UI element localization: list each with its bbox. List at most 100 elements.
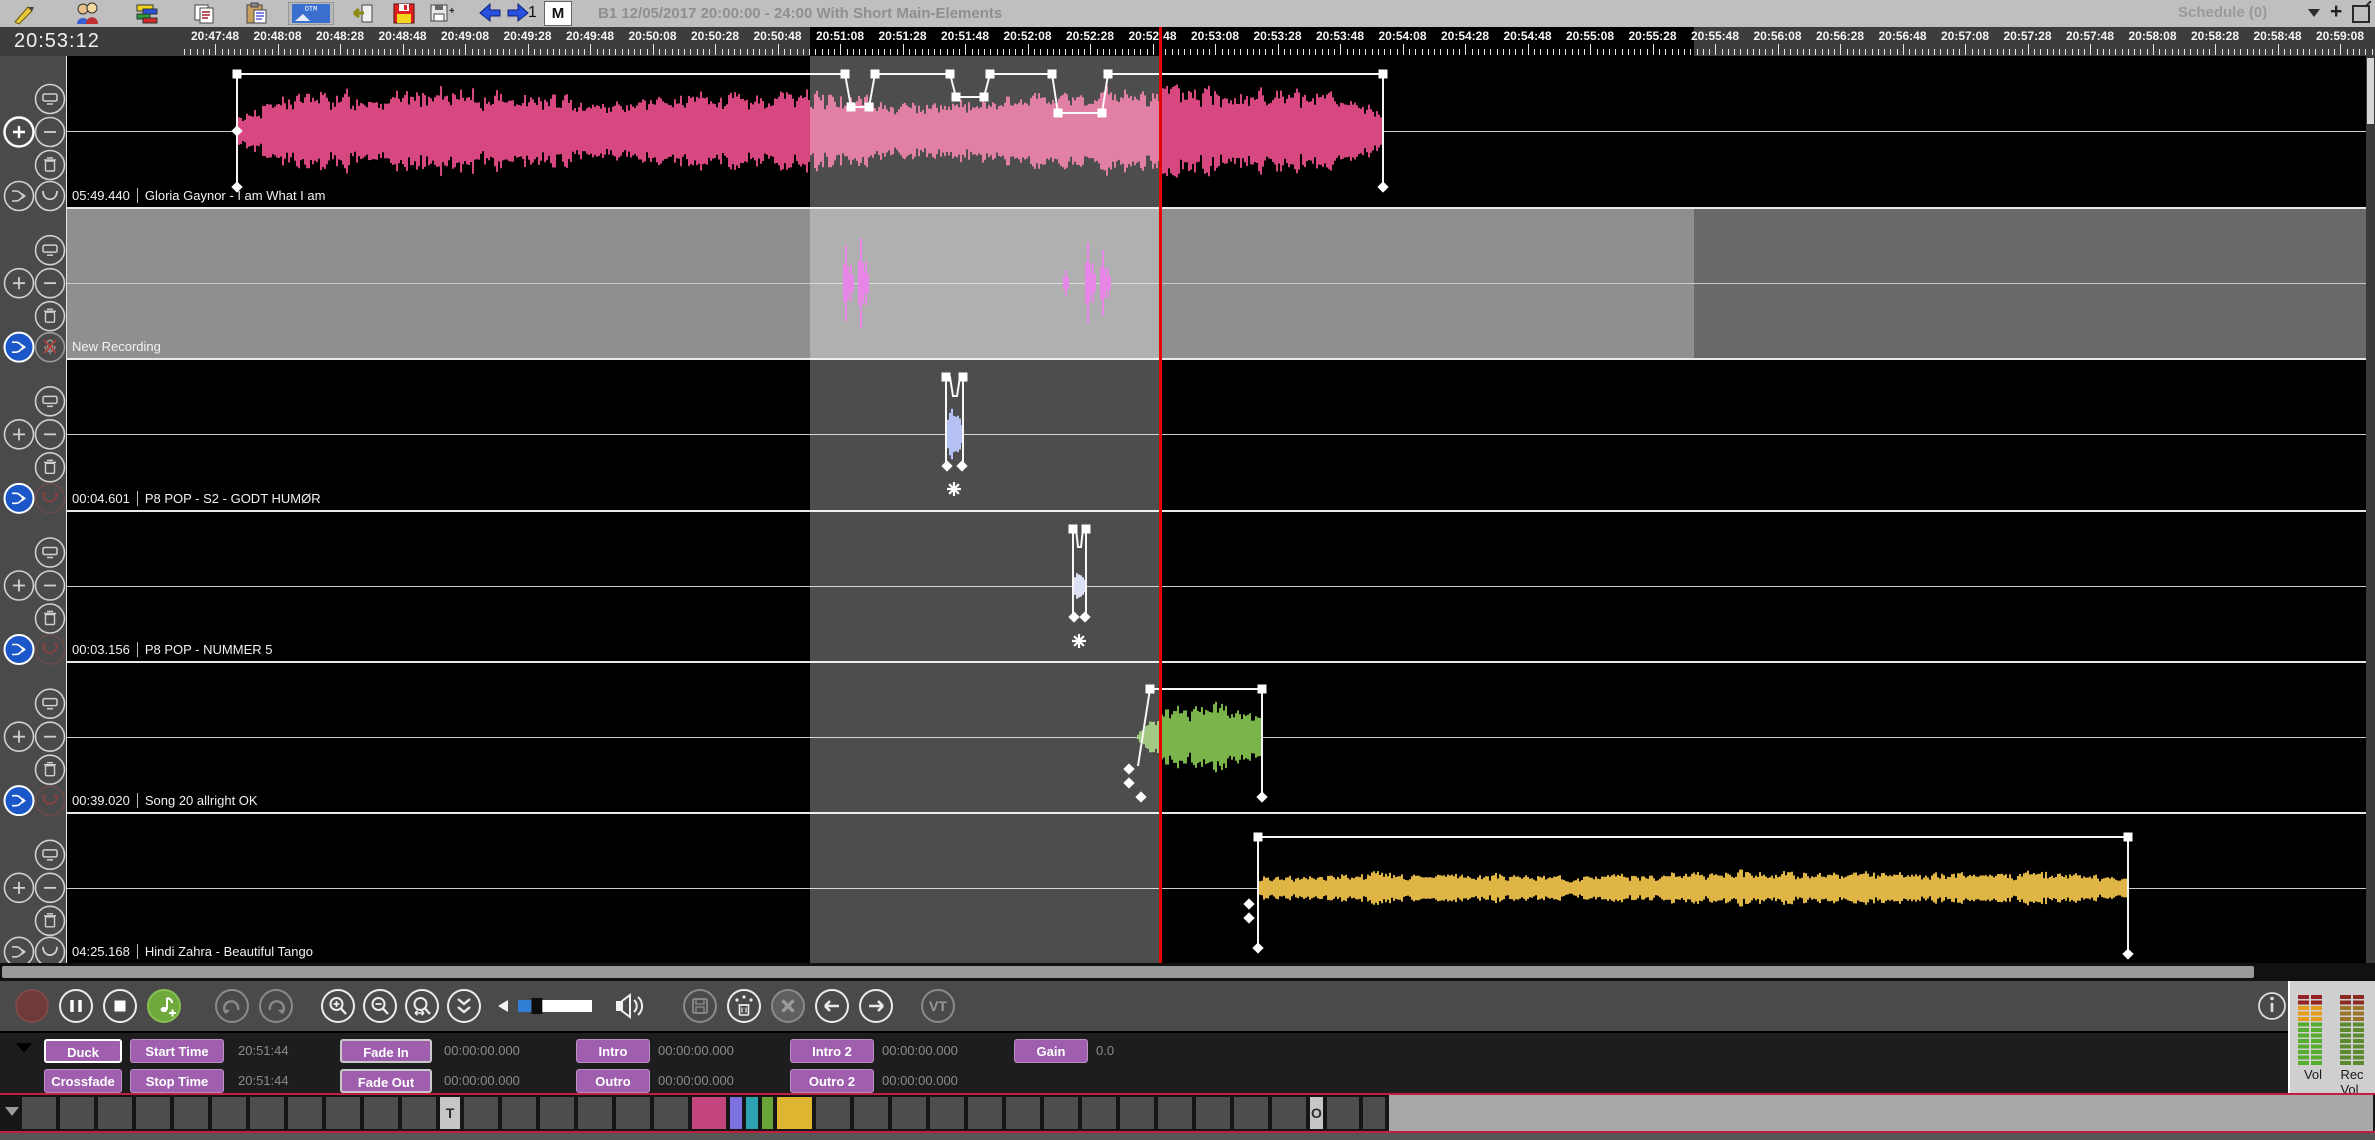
field-value[interactable]: 00:00:00.000 <box>444 1039 568 1063</box>
zoom-in-button[interactable] <box>322 990 354 1022</box>
crossfade-button[interactable]: Crossfade <box>44 1069 122 1093</box>
playlist-item[interactable] <box>616 1097 650 1129</box>
marker-diamond-handle[interactable] <box>1256 791 1267 802</box>
horizontal-scrollbar-thumb[interactable] <box>2 966 2254 978</box>
playlist-item[interactable] <box>1272 1097 1306 1129</box>
record-button[interactable] <box>16 990 48 1022</box>
field-value[interactable]: 00:00:00.000 <box>658 1039 782 1063</box>
playlist-item[interactable] <box>1082 1097 1116 1129</box>
playlist-item-o[interactable]: O <box>1310 1097 1323 1129</box>
playlist-item[interactable] <box>212 1097 246 1129</box>
envelope-handle[interactable] <box>233 70 242 79</box>
playhead[interactable] <box>1159 27 1162 963</box>
open-window-icon[interactable] <box>2352 5 2370 23</box>
field-value[interactable]: 20:51:44 <box>238 1039 328 1063</box>
playlist-item[interactable] <box>746 1097 758 1129</box>
playlist-item[interactable] <box>968 1097 1002 1129</box>
collapse-panel-icon[interactable] <box>16 1043 32 1053</box>
layers-icon[interactable] <box>135 2 159 25</box>
duck-button[interactable]: Duck <box>44 1039 122 1063</box>
playlist-item[interactable] <box>1120 1097 1154 1129</box>
nav-back-icon[interactable] <box>478 2 502 25</box>
prev-button[interactable] <box>816 990 848 1022</box>
marker-mode-button[interactable]: M <box>544 1 572 26</box>
field-value[interactable]: 00:00:00.000 <box>444 1069 568 1093</box>
playlist-item[interactable] <box>654 1097 688 1129</box>
users-icon[interactable] <box>75 2 99 25</box>
vol-down-icon[interactable] <box>498 1000 508 1012</box>
playlist-item[interactable] <box>326 1097 360 1129</box>
marker-diamond-handle[interactable] <box>1252 942 1263 953</box>
field-value[interactable]: 20:51:44 <box>238 1069 328 1093</box>
playlist-item[interactable] <box>98 1097 132 1129</box>
stop-button[interactable] <box>104 990 136 1022</box>
field-value[interactable]: 0.0 <box>1096 1039 1176 1063</box>
playlist-item[interactable] <box>364 1097 398 1129</box>
playlist-item[interactable] <box>502 1097 536 1129</box>
intro-2-button[interactable]: Intro 2 <box>790 1039 874 1063</box>
speaker-icon[interactable] <box>622 995 642 1017</box>
playlist-item[interactable] <box>777 1097 812 1129</box>
playlist-item[interactable] <box>22 1097 56 1129</box>
zoom-out-button[interactable] <box>364 990 396 1022</box>
playlist-item[interactable] <box>730 1097 742 1129</box>
vertical-scrollbar-thumb[interactable] <box>2367 58 2374 124</box>
audio-clip-waveform[interactable] <box>1258 870 2128 907</box>
clipboard-paste-icon[interactable] <box>245 2 269 25</box>
copy-icon[interactable] <box>192 2 216 25</box>
playlist-item[interactable] <box>854 1097 888 1129</box>
playlist-item[interactable] <box>692 1097 726 1129</box>
save-icon[interactable] <box>392 2 416 25</box>
gain-button[interactable]: Gain <box>1014 1039 1088 1063</box>
envelope-handle[interactable] <box>1258 685 1267 694</box>
playlist-item[interactable] <box>892 1097 926 1129</box>
marker-diamond-handle[interactable] <box>1243 898 1254 909</box>
playlist-item-t[interactable]: T <box>440 1097 460 1129</box>
marker-diamond-handle[interactable] <box>1377 181 1388 192</box>
insert-audio-button[interactable] <box>148 990 180 1022</box>
playlist-item[interactable] <box>540 1097 574 1129</box>
chevron-down-icon[interactable] <box>2308 9 2320 17</box>
volume-control[interactable] <box>498 995 642 1017</box>
stop-time-button[interactable]: Stop Time <box>130 1069 224 1093</box>
preview-image-icon[interactable]: OTM <box>288 2 334 25</box>
schedule-label[interactable]: Schedule (0) <box>2178 4 2267 21</box>
info-icon[interactable] <box>2259 993 2285 1019</box>
close-file-icon[interactable] <box>352 2 376 25</box>
zoom-fit-button[interactable] <box>406 990 438 1022</box>
playlist-item[interactable] <box>930 1097 964 1129</box>
envelope-handle[interactable] <box>1254 833 1263 842</box>
playlist-item[interactable] <box>136 1097 170 1129</box>
outro-2-button[interactable]: Outro 2 <box>790 1069 874 1093</box>
fade-in-button[interactable]: Fade In <box>340 1039 432 1063</box>
vertical-scrollbar[interactable] <box>2366 56 2375 963</box>
playlist-item[interactable] <box>578 1097 612 1129</box>
playlist-item[interactable] <box>60 1097 94 1129</box>
pencil-icon[interactable] <box>12 2 36 25</box>
volume-slider-handle[interactable] <box>531 998 542 1014</box>
playlist-item[interactable] <box>1158 1097 1192 1129</box>
outro-button[interactable]: Outro <box>576 1069 650 1093</box>
field-value[interactable]: 00:00:00.000 <box>882 1069 1006 1093</box>
intro-button[interactable]: Intro <box>576 1039 650 1063</box>
save-close-icon[interactable]: + <box>430 2 454 25</box>
envelope-handle[interactable] <box>2124 833 2133 842</box>
horizontal-scrollbar[interactable] <box>0 963 2375 981</box>
collapse-button[interactable] <box>448 990 480 1022</box>
playlist-item[interactable] <box>174 1097 208 1129</box>
marker-diamond-handle[interactable] <box>2122 948 2133 959</box>
envelope-handle[interactable] <box>1379 70 1388 79</box>
playlist-item[interactable] <box>250 1097 284 1129</box>
field-value[interactable]: 00:00:00.000 <box>882 1039 1006 1063</box>
playlist-item[interactable] <box>464 1097 498 1129</box>
plus-icon[interactable]: + <box>2330 0 2342 24</box>
playlist-item[interactable] <box>288 1097 322 1129</box>
marker-diamond-handle[interactable] <box>1243 912 1254 923</box>
playlist-item[interactable] <box>1363 1097 1385 1129</box>
pause-button[interactable] <box>60 990 92 1022</box>
timeline-ruler[interactable]: 20:53:12 20:47:4820:48:0820:48:2820:48:4… <box>0 27 2375 56</box>
clear-button[interactable] <box>728 990 760 1022</box>
start-time-button[interactable]: Start Time <box>130 1039 224 1063</box>
strip-scroll-icon[interactable] <box>5 1107 19 1116</box>
next-button[interactable] <box>860 990 892 1022</box>
